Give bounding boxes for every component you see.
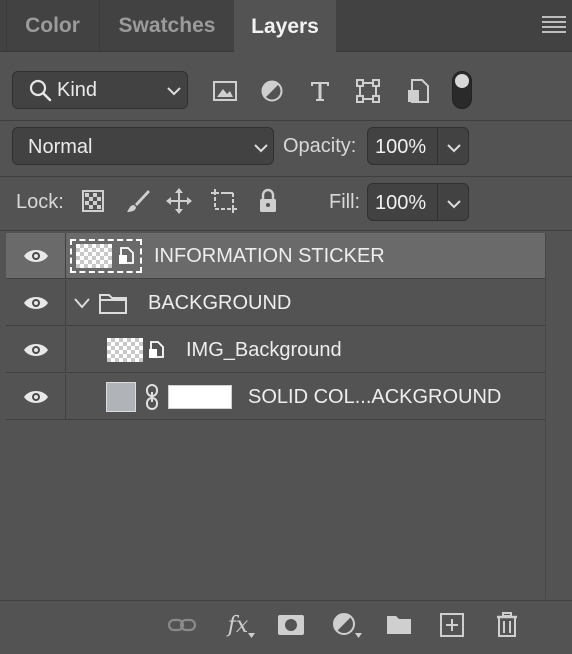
lock-image-pixels-icon[interactable] — [123, 186, 153, 216]
visibility-toggle[interactable] — [6, 280, 66, 325]
layer-row-background-group[interactable]: BACKGROUND — [6, 280, 545, 326]
fill-value: 100% — [375, 192, 427, 214]
layer-thumbnail — [76, 244, 112, 268]
fill-field[interactable]: 100% — [367, 183, 469, 221]
filter-kind-select[interactable]: Kind — [12, 71, 188, 109]
layer-row-img-background[interactable]: IMG_Background — [6, 327, 545, 373]
new-group-icon[interactable] — [383, 609, 415, 641]
chevron-down-icon — [167, 87, 181, 96]
chevron-down-icon[interactable] — [447, 143, 461, 153]
tab-swatches[interactable]: Swatches — [99, 0, 234, 52]
tab-layers[interactable]: Layers — [234, 0, 336, 53]
blend-mode-select[interactable]: Normal — [12, 127, 274, 165]
layer-name: INFORMATION STICKER — [154, 245, 385, 267]
layer-row-information-sticker[interactable]: INFORMATION STICKER — [6, 233, 545, 279]
eye-icon — [23, 390, 48, 403]
new-layer-icon[interactable] — [436, 609, 468, 641]
tab-color[interactable]: Color — [6, 0, 98, 52]
opacity-label: Opacity: — [283, 135, 357, 157]
delete-layer-icon[interactable] — [491, 609, 523, 641]
layers-scrollbar[interactable] — [545, 233, 572, 599]
layer-mask-thumbnail[interactable] — [168, 385, 232, 409]
smart-object-badge-icon — [117, 246, 137, 266]
lock-artboard-icon[interactable] — [209, 186, 239, 216]
chevron-down-icon[interactable] — [447, 199, 461, 209]
eye-icon — [23, 249, 48, 262]
new-adjustment-layer-icon[interactable] — [329, 609, 362, 641]
lock-label: Lock: — [16, 191, 64, 213]
filter-kind-label: Kind — [57, 78, 98, 101]
fill-label: Fill: — [329, 191, 361, 213]
lock-all-icon[interactable] — [253, 186, 283, 216]
search-icon — [29, 79, 52, 102]
lock-position-icon[interactable] — [164, 186, 194, 216]
visibility-toggle[interactable] — [6, 233, 66, 278]
layer-name: BACKGROUND — [148, 292, 292, 314]
divider — [0, 176, 572, 177]
divider — [0, 230, 572, 231]
visibility-toggle[interactable] — [6, 327, 66, 372]
blend-mode-value: Normal — [28, 136, 93, 158]
tab-bar: Color Swatches Layers — [0, 0, 572, 53]
shape-filter-icon[interactable] — [353, 76, 383, 106]
mask-link-icon[interactable] — [144, 383, 160, 411]
eye-icon — [23, 296, 48, 309]
chevron-down-icon — [254, 144, 268, 153]
layer-name: SOLID COL...ACKGROUND — [248, 386, 502, 408]
eye-icon — [23, 343, 48, 356]
adjustment-filter-icon[interactable] — [257, 76, 287, 106]
layer-row-solid-color[interactable]: SOLID COL...ACKGROUND — [6, 374, 545, 420]
fill-color-swatch[interactable] — [106, 382, 136, 412]
smart-object-filter-icon[interactable] — [403, 76, 433, 106]
smart-object-badge-icon — [147, 340, 167, 360]
folder-icon — [99, 294, 127, 314]
type-filter-icon[interactable] — [305, 76, 335, 106]
layers-list: INFORMATION STICKER BACKGROUND IMG_Backg… — [6, 233, 545, 599]
layer-name: IMG_Background — [186, 339, 342, 361]
filter-toggle[interactable] — [452, 71, 472, 109]
panel-menu-icon[interactable] — [542, 16, 566, 36]
image-filter-icon[interactable] — [210, 76, 240, 106]
divider — [0, 120, 572, 121]
layer-style-fx-icon[interactable]: fx — [222, 609, 255, 641]
link-layers-icon[interactable] — [166, 609, 198, 641]
visibility-toggle[interactable] — [6, 374, 66, 419]
opacity-field[interactable]: 100% — [367, 127, 469, 165]
add-mask-icon[interactable] — [275, 609, 307, 641]
layers-panel: Color Swatches Layers Kind Normal Opacit… — [0, 0, 572, 654]
lock-transparent-pixels-icon[interactable] — [78, 186, 108, 216]
expand-chevron-icon[interactable] — [73, 296, 91, 310]
layer-thumbnail — [107, 338, 143, 362]
opacity-value: 100% — [375, 136, 427, 158]
